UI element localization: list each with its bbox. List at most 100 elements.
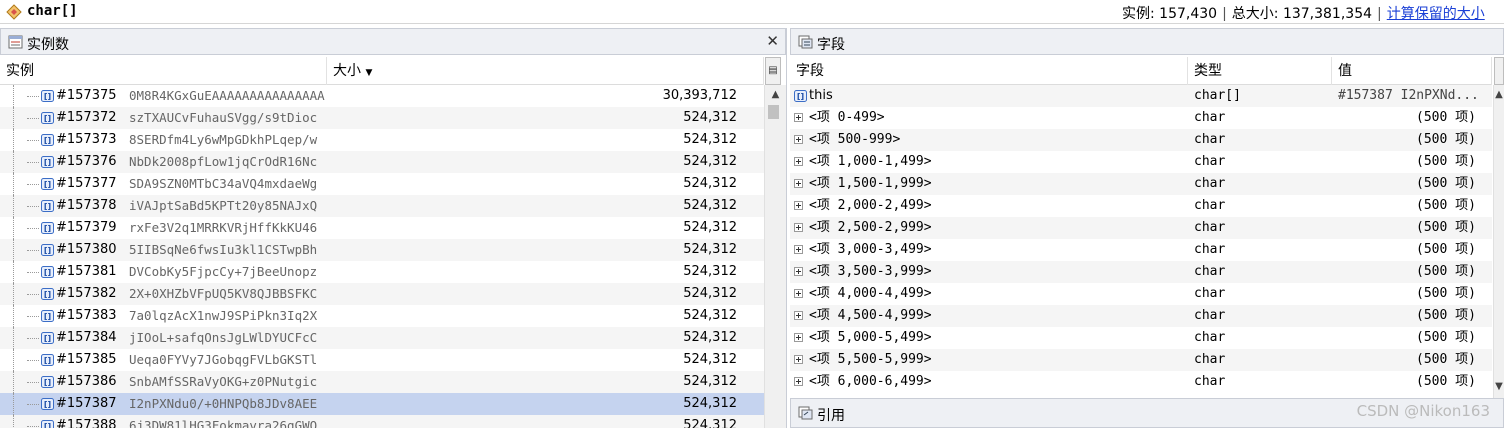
field-value: (500 项)	[1416, 264, 1476, 279]
column-size-label: 大小	[333, 63, 361, 79]
table-row[interactable]: [] #157384 jIOoL+safqOnsJgLWlDYUCFcC 524,31…	[0, 327, 764, 349]
tree-guide-line	[13, 239, 14, 261]
scroll-down-icon[interactable]: ▼	[1494, 379, 1504, 395]
expand-icon[interactable]	[794, 179, 803, 188]
table-row[interactable]: <项 2,000-2,499> char (500 项)	[790, 195, 1492, 217]
column-chooser-button[interactable]	[1494, 57, 1504, 85]
field-value: (500 项)	[1416, 220, 1476, 235]
expand-icon[interactable]	[794, 245, 803, 254]
array-instance-icon: []	[41, 354, 54, 366]
instance-size: 524,312	[683, 418, 737, 428]
expand-icon[interactable]	[794, 157, 803, 166]
fields-scrollbar[interactable]: ▲ ▼	[1493, 85, 1504, 398]
field-type: char	[1194, 220, 1226, 235]
column-type[interactable]: 类型	[1188, 57, 1332, 85]
field-type: char	[1194, 176, 1226, 191]
column-size[interactable]: 大小 ▼	[327, 57, 764, 85]
field-value: (500 项)	[1416, 110, 1476, 125]
table-row[interactable]: <项 3,000-3,499> char (500 项)	[790, 239, 1492, 261]
expand-icon[interactable]	[794, 135, 803, 144]
instance-value: 7a0lqzAcX1nwJ9SPiPkn3Iq2X	[129, 308, 318, 323]
table-row[interactable]: [] #157382 2X+0XHZbVFpUQ5KV8QJBBSFKC 524,31…	[0, 283, 764, 305]
table-row[interactable]: [] #157385 Ueqa0FYVy7JGobqgFVLbGKSTl 524,31…	[0, 349, 764, 371]
instance-size: 524,312	[683, 330, 737, 345]
table-row[interactable]: [] #157388 6j3DW81lHG3Fokmavra26gGWO 524,31…	[0, 415, 764, 428]
field-value: #157387 I2nPXNd...	[1338, 88, 1479, 103]
table-row[interactable]: <项 2,500-2,999> char (500 项)	[790, 217, 1492, 239]
svg-text:[]: []	[44, 92, 51, 101]
instance-value: rxFe3V2q1MRRKVRjHffKkKU46	[129, 220, 318, 235]
table-row[interactable]: [] #157387 I2nPXNdu0/+0HNPQb8JDv8AEE 524,31…	[0, 393, 764, 415]
table-row[interactable]: <项 1,500-1,999> char (500 项)	[790, 173, 1492, 195]
field-value: (500 项)	[1416, 374, 1476, 389]
field-name: <项 3,500-3,999>	[809, 264, 932, 279]
expand-icon[interactable]	[794, 267, 803, 276]
table-row[interactable]: [] #157376 NbDk2008pfLow1jqCrOdR16Nc 524,31…	[0, 151, 764, 173]
tree-guide-line	[13, 261, 14, 283]
array-instance-icon: []	[41, 332, 54, 344]
svg-text:[]: []	[797, 92, 804, 101]
scrollbar-thumb[interactable]	[768, 105, 779, 119]
array-instance-icon: []	[41, 156, 54, 168]
table-row[interactable]: <项 4,000-4,499> char (500 项)	[790, 283, 1492, 305]
expand-icon[interactable]	[794, 311, 803, 320]
table-row[interactable]: [] #157378 iVAJptSaBd5KPTt20y85NAJxQ 524,31…	[0, 195, 764, 217]
table-row[interactable]: [] #157386 SnbAMfSSRaVyOKG+z0PNutgic 524,31…	[0, 371, 764, 393]
expand-icon[interactable]	[794, 333, 803, 342]
table-row[interactable]: <项 0-499> char (500 项)	[790, 107, 1492, 129]
field-name: <项 0-499>	[809, 110, 885, 125]
table-row[interactable]: [] #157373 8SERDfm4Ly6wMpGDkhPLqep/w 524,31…	[0, 129, 764, 151]
table-row[interactable]: [] this char[] #157387 I2nPXNd...	[790, 85, 1492, 107]
column-instance[interactable]: 实例	[0, 57, 327, 85]
field-type: char[]	[1194, 88, 1241, 103]
separator: |	[1222, 6, 1227, 21]
expand-icon[interactable]	[794, 289, 803, 298]
instances-count: 实例: 157,430	[1122, 6, 1218, 21]
instance-size: 524,312	[683, 308, 737, 323]
expand-icon[interactable]	[794, 113, 803, 122]
expand-icon[interactable]	[794, 201, 803, 210]
table-row[interactable]: <项 500-999> char (500 项)	[790, 129, 1492, 151]
table-row[interactable]: [] #157380 5IIBSqNe6fwsIu3kl1CSTwpBh 524,31…	[0, 239, 764, 261]
tree-guide-line	[27, 316, 39, 317]
instance-size: 524,312	[683, 286, 737, 301]
tree-guide-line	[27, 338, 39, 339]
svg-text:[]: []	[44, 334, 51, 343]
calculate-retained-size-link[interactable]: 计算保留的大小	[1387, 3, 1485, 21]
table-row[interactable]: [] #157372 szTXAUCvFuhauSVgg/s9tDioc 524,31…	[0, 107, 764, 129]
table-row[interactable]: <项 4,500-4,999> char (500 项)	[790, 305, 1492, 327]
instance-size: 524,312	[683, 132, 737, 147]
instance-value: 2X+0XHZbVFpUQ5KV8QJBBSFKC	[129, 286, 318, 301]
column-field[interactable]: 字段	[790, 57, 1188, 85]
scroll-up-icon[interactable]: ▲	[765, 87, 786, 103]
column-value[interactable]: 值	[1332, 57, 1492, 85]
table-row[interactable]: <项 3,500-3,999> char (500 项)	[790, 261, 1492, 283]
expand-icon[interactable]	[794, 355, 803, 364]
instances-scrollbar[interactable]: ▲	[764, 85, 786, 428]
table-row[interactable]: <项 5,000-5,499> char (500 项)	[790, 327, 1492, 349]
svg-text:[]: []	[44, 356, 51, 365]
table-row[interactable]: <项 1,000-1,499> char (500 项)	[790, 151, 1492, 173]
tree-guide-line	[13, 217, 14, 239]
table-row[interactable]: [] #157375 0M8R4KGxGuEAAAAAAAAAAAAAAA 30,39…	[0, 85, 764, 107]
table-row[interactable]: [] #157379 rxFe3V2q1MRRKVRjHffKkKU46 524,31…	[0, 217, 764, 239]
column-chooser-button[interactable]: ▤	[765, 57, 781, 85]
field-name: <项 5,500-5,999>	[809, 352, 932, 367]
instance-id: #157388	[56, 418, 117, 428]
table-row[interactable]: <项 6,000-6,499> char (500 项)	[790, 371, 1492, 393]
top-bar: char[] 实例: 157,430 | 总大小: 137,381,354 | 计算保留…	[0, 0, 1504, 24]
array-instance-icon: []	[41, 112, 54, 124]
tree-guide-line	[27, 118, 39, 119]
field-name: <项 2,500-2,999>	[809, 220, 932, 235]
column-value-label: 值	[1338, 63, 1352, 79]
scroll-up-icon[interactable]: ▲	[1494, 87, 1504, 103]
expand-icon[interactable]	[794, 223, 803, 232]
expand-icon[interactable]	[794, 377, 803, 386]
table-row[interactable]: [] #157383 7a0lqzAcX1nwJ9SPiPkn3Iq2X 524,31…	[0, 305, 764, 327]
table-row[interactable]: [] #157377 SDA9SZN0MTbC34aVQ4mxdaeWg 524,31…	[0, 173, 764, 195]
instance-size: 524,312	[683, 264, 737, 279]
instances-panel-icon	[8, 35, 23, 49]
table-row[interactable]: [] #157381 DVCobKy5FjpcCy+7jBeeUnopz 524,31…	[0, 261, 764, 283]
close-icon[interactable]: ✕	[766, 32, 779, 50]
table-row[interactable]: <项 5,500-5,999> char (500 项)	[790, 349, 1492, 371]
